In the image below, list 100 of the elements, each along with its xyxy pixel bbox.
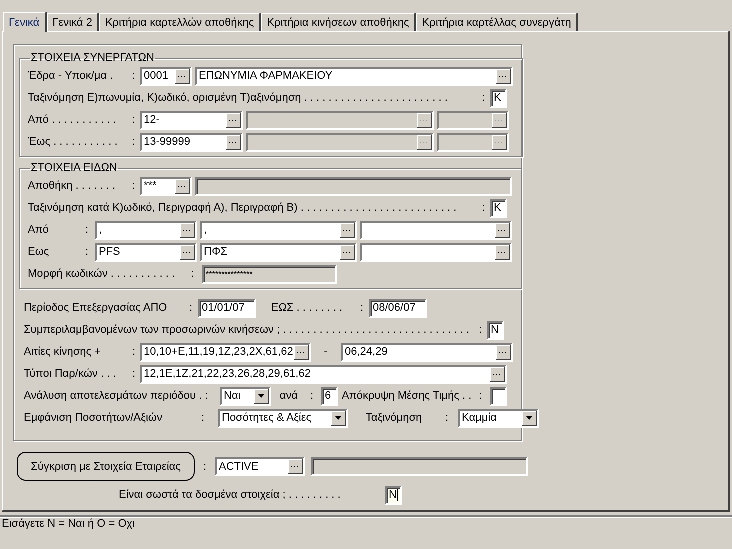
browse-button[interactable] (226, 112, 241, 128)
ellipsis-icon (297, 350, 306, 354)
browse-button[interactable] (226, 134, 241, 150)
browse-button[interactable] (496, 344, 511, 360)
field-label: Εμφάνιση Ποσοτήτων/Αξιών (24, 412, 164, 424)
field-label: Ταξινόμηση (364, 412, 424, 424)
ellipsis-icon (498, 228, 507, 232)
field-label: Είναι σωστά τα δοσμένα στοιχεία ; . . . . . . . . . (119, 489, 342, 501)
browse-button[interactable] (340, 244, 355, 260)
ellipsis-icon (498, 250, 507, 254)
ellipsis-icon (229, 118, 238, 122)
ellipsis-icon (291, 465, 300, 468)
tab[interactable]: Κριτήρια κινήσεων αποθήκης (261, 13, 416, 31)
lookup-field[interactable]: 12- (140, 110, 243, 130)
browse-button[interactable] (180, 244, 195, 260)
browse-button[interactable] (340, 222, 355, 238)
dropdown[interactable]: Ποσότητες & Αξίες (218, 408, 348, 428)
ellipsis-icon (178, 184, 187, 188)
status-text: Εισάγετε Ν = Ναι ή Ο = Οχι (2, 518, 135, 530)
field-label: : (130, 70, 136, 82)
lookup-field[interactable]: PFS (95, 242, 197, 262)
browse-button[interactable] (294, 344, 309, 360)
field-label: Εως (28, 246, 50, 258)
tab[interactable]: Γενικά (3, 12, 47, 32)
ellipsis-icon (343, 250, 352, 254)
field-label: Απόκρυψη Μέσης Τιμής . . (342, 390, 472, 402)
field-label: : (480, 92, 486, 104)
field-label: : (188, 302, 194, 314)
field-label: Ανάλυση αποτελεσμάτων περιόδου . : (24, 390, 210, 402)
field-label: Τύποι Παρ/κών . . . (24, 368, 118, 380)
field-label: : (131, 346, 137, 358)
tab[interactable]: Κριτήρια καρτελλών αποθήκης (99, 13, 262, 31)
caret-icon (258, 394, 265, 398)
ellipsis-icon (229, 140, 238, 144)
lookup-field[interactable]: 12,1E,1Z,21,22,23,26,28,29,61,62 (140, 364, 507, 384)
lookup-field[interactable]: 10,10+E,11,19,1Z,23,2X,61,62 (140, 342, 311, 362)
field-label: ΕΩΣ . . . . . . . . (270, 302, 344, 314)
compare-button[interactable]: Σύγκριση με Στοιχεία Εταιρείας (17, 452, 195, 481)
browse-button[interactable] (180, 222, 195, 238)
ellipsis-icon (420, 140, 429, 144)
ellipsis-icon (183, 228, 192, 232)
lookup-field[interactable]: 06,24,29 (341, 342, 513, 362)
tab[interactable]: Γενικά 2 (46, 13, 100, 31)
field-label: : (444, 412, 450, 424)
dropdown[interactable]: Καμμία (458, 408, 539, 428)
browse-button[interactable] (496, 68, 511, 84)
text-field[interactable]: 6 (321, 386, 338, 406)
lookup-field[interactable]: *** (140, 176, 192, 196)
flag-field[interactable]: K (490, 198, 507, 218)
ellipsis-icon (499, 74, 508, 78)
field-label: Έδρα - Υποκ/μα . (28, 70, 114, 82)
ellipsis-icon (493, 372, 502, 376)
caret-icon (335, 416, 342, 420)
browse-button[interactable] (288, 459, 303, 474)
lookup-field[interactable] (360, 220, 512, 240)
field-label: : (84, 246, 90, 258)
lookup-field[interactable]: , (200, 220, 357, 240)
field-label: Μορφή κωδικών . . . . . . . . . . . (28, 268, 176, 280)
flag-field[interactable]: N (385, 486, 402, 504)
tab[interactable]: Κριτήρια καρτέλλας συνεργάτη (416, 13, 578, 31)
lookup-field[interactable]: 0001 (140, 66, 192, 86)
ellipsis-icon (420, 118, 429, 122)
lookup-field[interactable]: ΠΦΣ (200, 242, 357, 262)
browse-button[interactable] (175, 178, 190, 194)
lookup-field[interactable]: ACTIVE (215, 457, 305, 476)
lookup-field[interactable]: ΕΠΩΝΥΜΙΑ ΦΑΡΜΑΚΕΙΟΥ (195, 66, 513, 86)
ellipsis-icon (178, 74, 187, 78)
dropdown[interactable]: Ναι (220, 386, 271, 406)
ellipsis-icon (495, 118, 504, 122)
field-label: Από (28, 224, 50, 236)
ellipsis-icon (499, 350, 508, 354)
field-label: : (130, 180, 136, 192)
field-label: : (478, 324, 484, 336)
field-label: Αποθήκη . . . . . . . (28, 180, 117, 192)
browse-button[interactable] (495, 244, 510, 260)
lookup-field[interactable]: 13-99999 (140, 132, 243, 152)
group-title: ΣΤΟΙΧΕΙΑ ΕΙΔΩΝ (30, 162, 118, 174)
field-label: : (478, 390, 484, 402)
field-label: Περίοδος Επεξεργασίας ΑΠΟ (24, 302, 168, 314)
browse-button[interactable] (490, 366, 505, 382)
lookup-field[interactable]: , (95, 220, 197, 240)
flag-field[interactable]: K (490, 88, 507, 108)
ellipsis-icon (343, 228, 352, 232)
field-label: : (84, 224, 90, 236)
field-label: Ταξινόμηση κατά Κ)ωδικό, Περιγραφή Α), Περιγραφή Β) . . . . . . . . . . . . . . . . . . . . . . . . . . (28, 202, 458, 214)
field-label: : (190, 268, 196, 280)
field-label: Ταξινόμηση Ε)πωνυμία, Κ)ωδικό, ορισμένη Τ)αξινόμηση . . . . . . . . . . . . . . . . . . . . . . . . (28, 92, 449, 104)
browse-button[interactable] (175, 68, 190, 84)
field-label: ανά (278, 390, 300, 402)
browse-button[interactable] (495, 222, 510, 238)
flag-field[interactable]: N (487, 320, 504, 340)
field-label: : (130, 136, 136, 148)
flag-field[interactable] (490, 386, 507, 406)
text-field[interactable]: 08/06/07 (369, 298, 427, 318)
field-label: : (130, 114, 136, 126)
lookup-field[interactable] (360, 242, 512, 262)
field-label: Έως . . . . . . . . . . . (28, 136, 119, 148)
field-label: : (480, 202, 486, 214)
text-field[interactable]: 01/01/07 (198, 298, 256, 318)
caret-icon (526, 416, 533, 420)
